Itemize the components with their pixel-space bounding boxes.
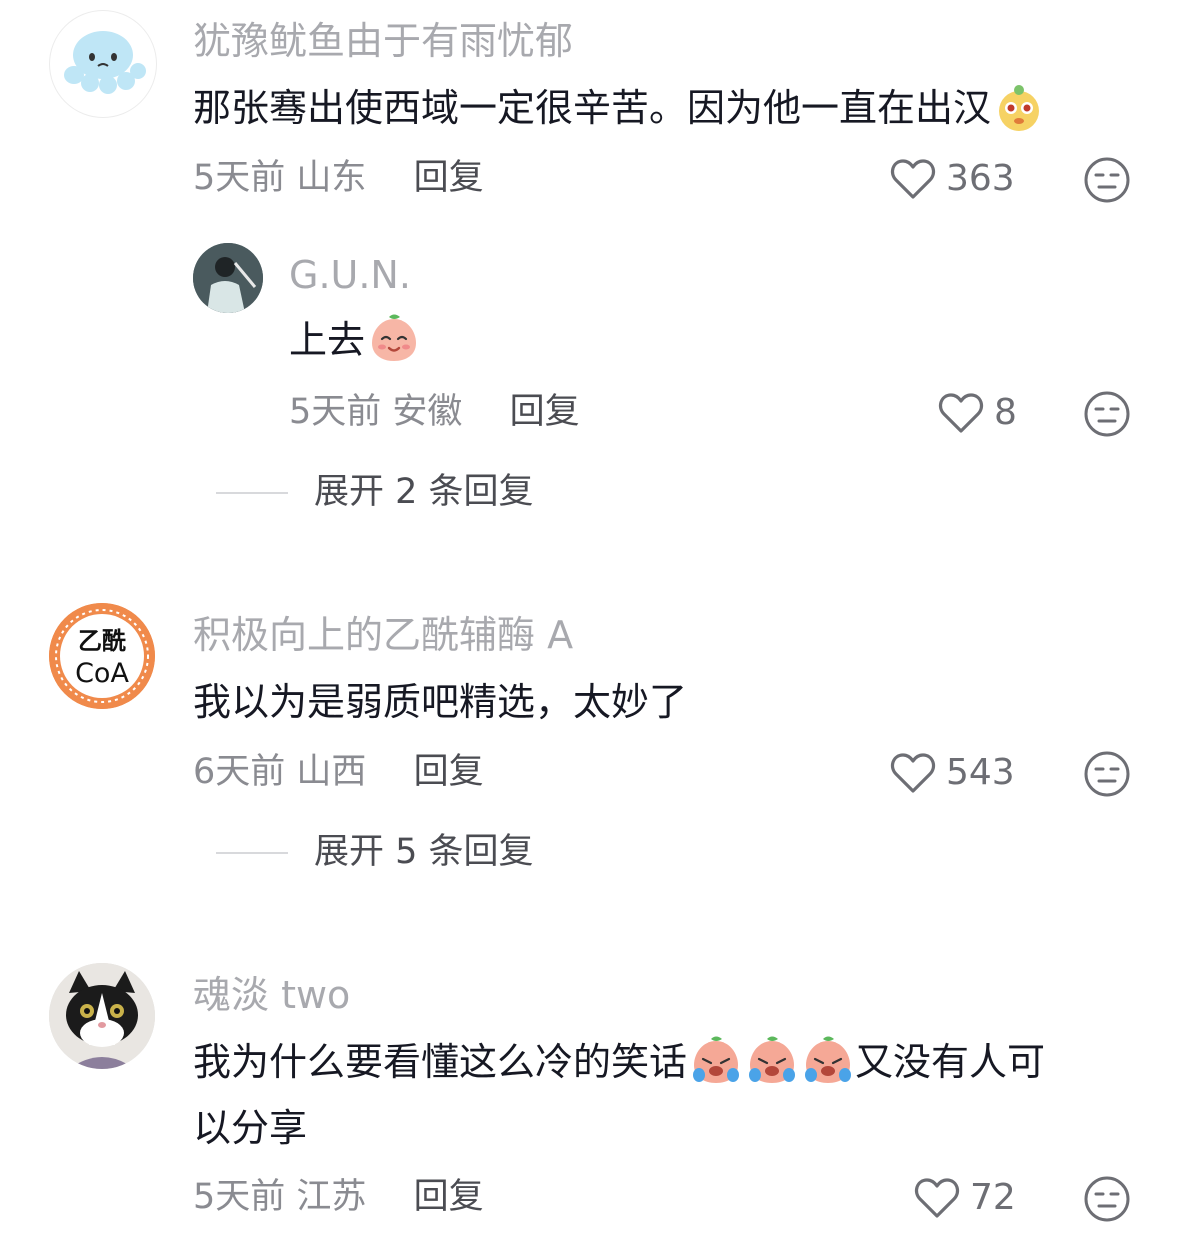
comment-meta: 5天前 江苏 回复 xyxy=(193,1180,484,1215)
expand-replies-button[interactable]: 展开 5 条回复 xyxy=(216,835,534,870)
comment-text: 我以为是弱质吧精选，太妙了 xyxy=(193,680,688,724)
like-count: 543 xyxy=(946,752,1015,793)
like-count: 72 xyxy=(970,1177,1016,1218)
reply-button[interactable]: 回复 xyxy=(414,752,484,792)
expand-divider xyxy=(216,491,288,494)
heart-icon xyxy=(914,1178,960,1218)
coa-badge-avatar-icon: 乙酰 CoA xyxy=(49,603,155,709)
crying-peach-emoji-icon xyxy=(749,1036,796,1083)
coa-avatar-text-2: CoA xyxy=(75,658,129,689)
avatar-jellyfish[interactable] xyxy=(49,10,157,118)
coa-avatar-text-1: 乙酰 xyxy=(78,627,126,655)
avatar-cat[interactable] xyxy=(49,963,155,1069)
like-button[interactable]: 72 xyxy=(914,1177,1016,1219)
avatar-coa[interactable]: 乙酰 CoA xyxy=(49,603,155,709)
reply-like-button[interactable]: 8 xyxy=(938,392,1017,434)
comment-text: 我为什么要看懂这么冷的笑话 又没有人可 xyxy=(193,1030,1045,1094)
like-button[interactable]: 543 xyxy=(890,752,1015,794)
reply-avatar[interactable] xyxy=(193,243,263,313)
expand-divider xyxy=(216,851,288,854)
expand-replies-label: 展开 2 条回复 xyxy=(314,472,534,512)
reply-time: 5天前 xyxy=(289,392,382,432)
comment-time: 5天前 xyxy=(193,1177,286,1217)
expand-replies-label: 展开 5 条回复 xyxy=(314,832,534,872)
comment-time: 5天前 xyxy=(193,158,286,198)
reply-button[interactable]: 回复 xyxy=(414,1177,484,1217)
reply-meta: 5天前 安徽 回复 xyxy=(289,395,580,430)
cat-avatar-icon xyxy=(49,963,155,1069)
heart-icon xyxy=(890,159,936,199)
comment-username[interactable]: 魂淡 two xyxy=(193,976,350,1014)
reply-text-body: 上去 xyxy=(289,318,366,362)
heart-icon xyxy=(938,393,984,433)
reply-like-count: 8 xyxy=(994,392,1017,433)
heart-icon xyxy=(890,753,936,793)
comment-location: 江苏 xyxy=(296,1177,367,1217)
crying-peach-emoji-icon xyxy=(693,1036,740,1083)
comment-text: 那张骞出使西域一定很辛苦。因为他一直在出汉 xyxy=(193,76,1045,140)
dislike-face-icon[interactable] xyxy=(1083,156,1131,204)
reply-text: 上去 xyxy=(289,308,421,372)
reply-button[interactable]: 回复 xyxy=(414,158,484,198)
crying-peach-emoji-icon xyxy=(805,1036,852,1083)
comment-username[interactable]: 积极向上的乙酰辅酶 A xyxy=(193,616,573,654)
comment-text-body-1: 我为什么要看懂这么冷的笑话 xyxy=(193,1040,688,1084)
comment-text-body: 那张骞出使西域一定很辛苦。因为他一直在出汉 xyxy=(193,86,992,130)
smiling-peach-emoji-icon xyxy=(372,314,417,361)
reply-username[interactable]: G.U.N. xyxy=(289,256,411,294)
dislike-face-icon[interactable] xyxy=(1083,390,1131,438)
comment-text-body-2: 又没有人可 xyxy=(855,1040,1046,1084)
jellyfish-avatar-icon xyxy=(64,31,146,94)
reply-location: 安徽 xyxy=(392,392,463,432)
comment-time: 6天前 xyxy=(193,752,286,792)
comment-text-line2: 以分享 xyxy=(193,1106,308,1150)
expand-replies-button[interactable]: 展开 2 条回复 xyxy=(216,475,534,510)
comment-username[interactable]: 犹豫鱿鱼由于有雨忧郁 xyxy=(193,22,573,60)
like-button[interactable]: 363 xyxy=(890,158,1015,200)
comment-location: 山东 xyxy=(296,158,367,198)
singer-avatar-icon xyxy=(193,243,263,313)
comment-meta: 5天前 山东 回复 xyxy=(193,161,484,196)
bear-emoji-icon xyxy=(999,85,1040,131)
dislike-face-icon[interactable] xyxy=(1083,750,1131,798)
reply-reply-button[interactable]: 回复 xyxy=(510,392,580,432)
comment-meta: 6天前 山西 回复 xyxy=(193,755,484,790)
like-count: 363 xyxy=(946,158,1015,199)
comment-location: 山西 xyxy=(296,752,367,792)
dislike-face-icon[interactable] xyxy=(1083,1175,1131,1223)
